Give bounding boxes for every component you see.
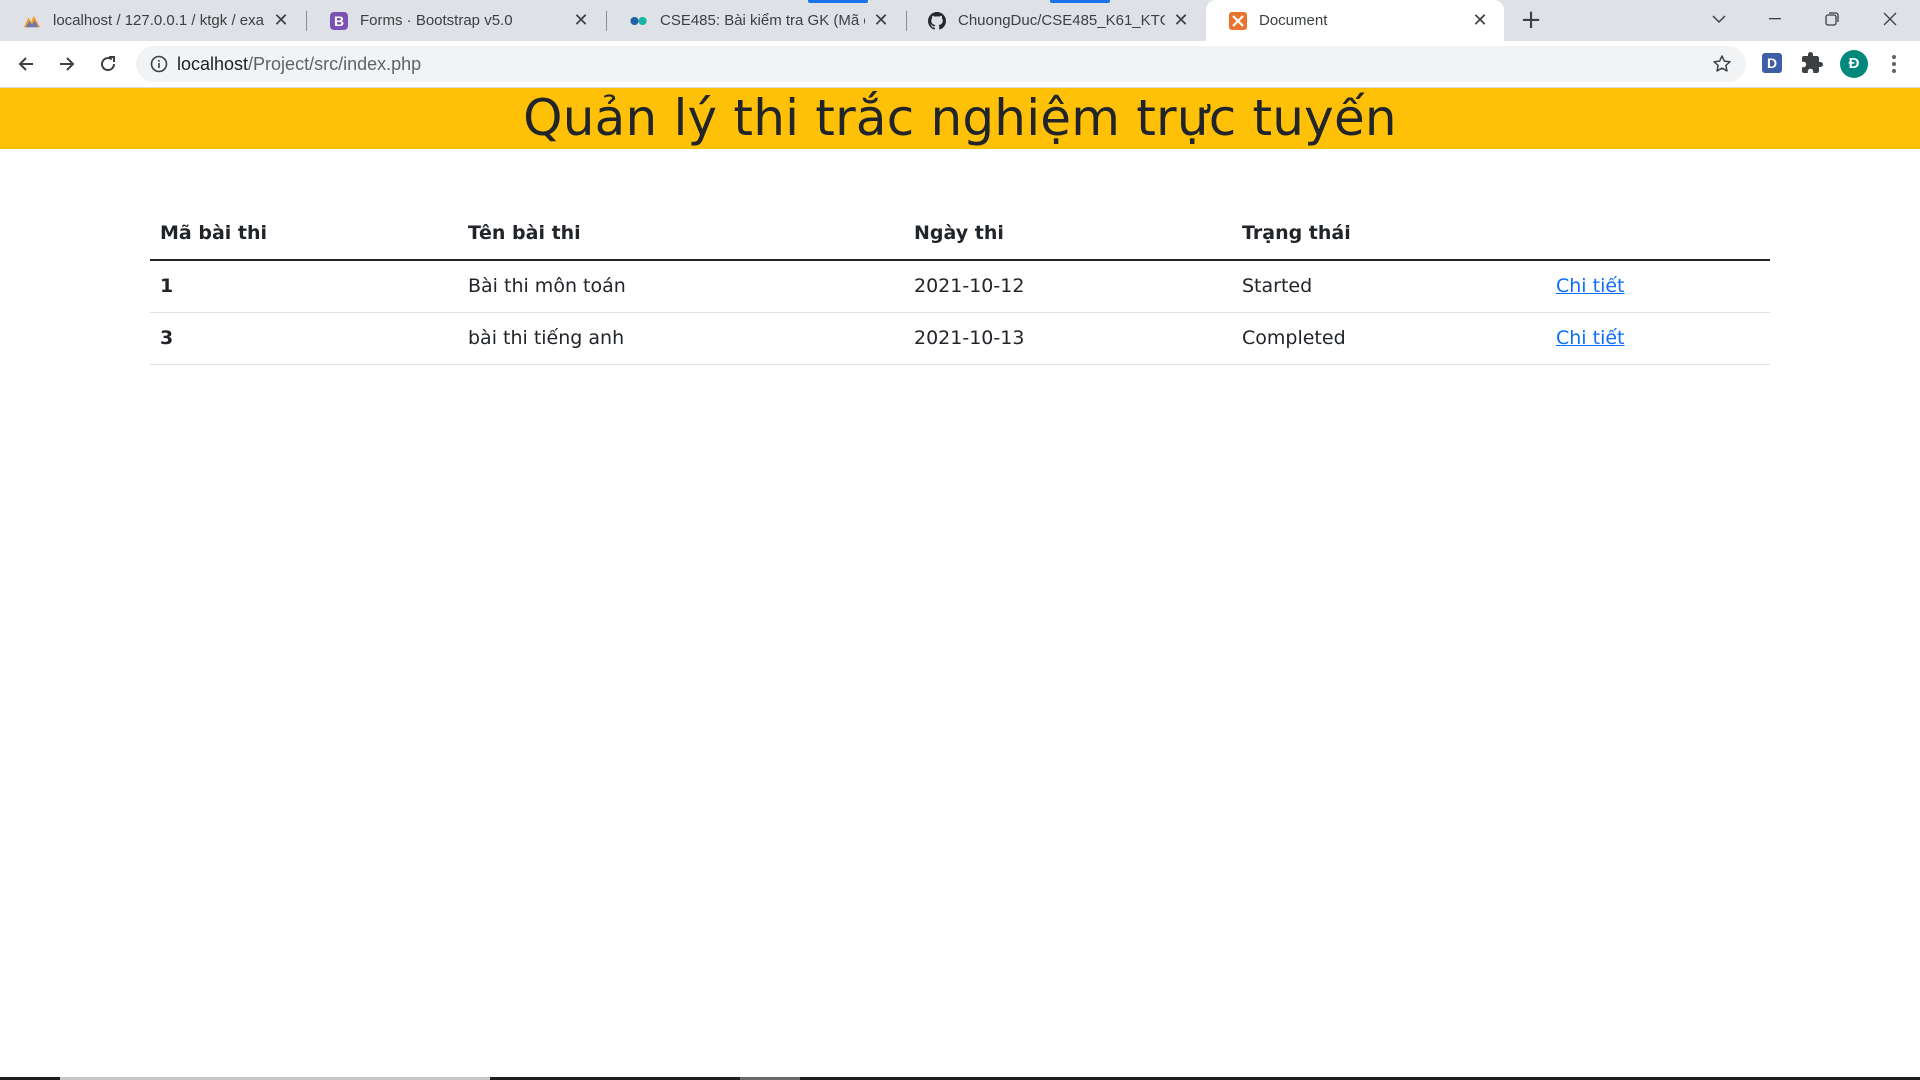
browser-toolbar: localhost/Project/src/index.php D Đ	[0, 41, 1920, 88]
column-header-exam-id: Mã bài thi	[150, 207, 458, 261]
action-cell: Chi tiết	[1546, 312, 1770, 365]
table-row: 3 bài thi tiếng anh 2021-10-13 Completed…	[150, 312, 1770, 365]
exam-table: Mã bài thi Tên bài thi Ngày thi Trạng th…	[150, 207, 1770, 365]
exam-date-cell: 2021-10-13	[904, 312, 1232, 365]
bootstrap-icon: B	[330, 11, 348, 30]
exam-id-cell: 3	[150, 312, 458, 365]
tab-title: localhost / 127.0.0.1 / ktgk / exam	[53, 12, 265, 29]
table-row: 1 Bài thi môn toán 2021-10-12 Started Ch…	[150, 260, 1770, 313]
column-header-action	[1546, 207, 1770, 261]
phpmyadmin-icon	[23, 12, 41, 30]
arrow-right-icon	[60, 57, 75, 71]
exam-status-cell: Completed	[1232, 312, 1546, 365]
profile-avatar[interactable]: Đ	[1840, 50, 1868, 78]
exam-name-cell: Bài thi môn toán	[458, 260, 904, 313]
column-header-exam-name: Tên bài thi	[458, 207, 904, 261]
close-tab-icon[interactable]: ✕	[271, 10, 291, 31]
url-host: localhost	[177, 54, 249, 74]
tab-title: Document	[1259, 12, 1328, 29]
column-header-status: Trạng thái	[1232, 207, 1546, 261]
tab-cse485-exam[interactable]: CSE485: Bài kiểm tra GK (Mã đề 0 ✕	[607, 0, 905, 41]
document-icon	[1229, 11, 1247, 30]
tab-phpmyadmin[interactable]: localhost / 127.0.0.1 / ktgk / exam ✕	[0, 0, 305, 41]
restore-icon[interactable]	[1804, 0, 1860, 38]
browser-menu-icon[interactable]	[1882, 50, 1906, 78]
taskbar-edge	[0, 1077, 1920, 1080]
table-header-row: Mã bài thi Tên bài thi Ngày thi Trạng th…	[150, 207, 1770, 261]
column-header-exam-date: Ngày thi	[904, 207, 1232, 261]
close-tab-icon[interactable]: ✕	[1171, 10, 1191, 31]
tab-title: CSE485: Bài kiểm tra GK (Mã đề 0	[660, 12, 865, 29]
close-window-icon[interactable]	[1862, 0, 1918, 38]
arrow-left-icon	[18, 57, 33, 71]
exam-status-cell: Started	[1232, 260, 1546, 313]
page-title: Quản lý thi trắc nghiệm trực tuyến	[523, 89, 1397, 147]
tab-bootstrap-forms[interactable]: B Forms · Bootstrap v5.0 ✕	[307, 0, 605, 41]
new-tab-icon[interactable]: +	[1517, 7, 1545, 35]
extension-d-icon[interactable]: D	[1762, 53, 1782, 73]
reload-button[interactable]	[91, 47, 125, 81]
close-tab-icon[interactable]: ✕	[1470, 10, 1490, 31]
tab-strip: localhost / 127.0.0.1 / ktgk / exam ✕ B …	[0, 0, 1920, 41]
exam-name-cell: bài thi tiếng anh	[458, 312, 904, 365]
tab-title: Forms · Bootstrap v5.0	[360, 12, 513, 29]
back-button[interactable]	[9, 47, 43, 81]
url-path: /Project/src/index.php	[248, 54, 422, 74]
app-dots-icon	[630, 12, 648, 30]
tab-github-repo[interactable]: ChuongDuc/CSE485_K61_KTGK_1 ✕	[905, 0, 1205, 41]
minimize-icon[interactable]	[1747, 0, 1803, 38]
close-tab-icon[interactable]: ✕	[871, 10, 891, 31]
action-cell: Chi tiết	[1546, 260, 1770, 313]
exam-date-cell: 2021-10-12	[904, 260, 1232, 313]
url-text[interactable]: localhost/Project/src/index.php	[177, 46, 421, 82]
exam-id-cell: 1	[150, 260, 458, 313]
address-bar[interactable]: localhost/Project/src/index.php	[136, 46, 1746, 82]
close-tab-icon[interactable]: ✕	[571, 10, 591, 31]
forward-button[interactable]	[50, 47, 84, 81]
info-icon[interactable]	[150, 55, 168, 73]
page-header-banner: Quản lý thi trắc nghiệm trực tuyến	[0, 88, 1920, 149]
tab-title: ChuongDuc/CSE485_K61_KTGK_1	[958, 12, 1165, 29]
tab-document[interactable]: Document ✕	[1206, 0, 1504, 41]
reload-icon	[101, 56, 116, 72]
extensions-puzzle-icon[interactable]	[1800, 51, 1824, 75]
bookmark-star-icon[interactable]	[1712, 54, 1732, 74]
details-link[interactable]: Chi tiết	[1556, 327, 1625, 349]
tab-search-icon[interactable]	[1691, 0, 1747, 38]
github-icon	[928, 11, 946, 30]
details-link[interactable]: Chi tiết	[1556, 275, 1625, 297]
